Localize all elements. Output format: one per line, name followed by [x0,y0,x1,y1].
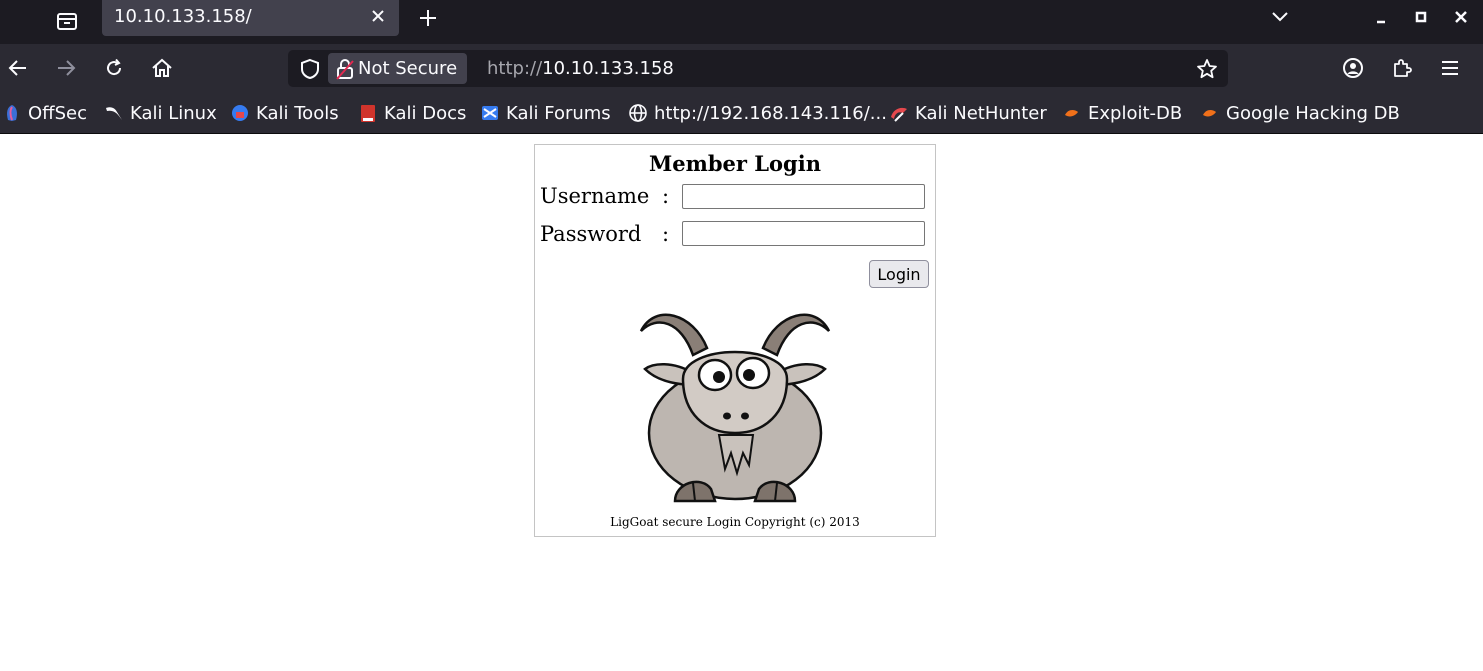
bookmark-kali-nethunter[interactable]: Kali NetHunter [889,101,1047,125]
bookmark-label: http://192.168.143.116/... [654,102,887,124]
goat-image [639,313,831,503]
tab-active[interactable]: 10.10.133.158/ [102,0,399,36]
login-button[interactable]: Login [869,260,929,288]
close-icon [1455,11,1467,23]
password-colon: : [662,222,670,246]
username-label: Username [540,184,650,208]
bookmark-label: Exploit-DB [1088,102,1183,124]
menu-button[interactable] [1434,52,1466,84]
login-form: Member Login Username : Password : Login [534,144,936,537]
bookmark-google-hacking-db[interactable]: Google Hacking DB [1200,101,1400,125]
puzzle-icon [1394,59,1412,77]
nethunter-icon [889,103,909,123]
extensions-button[interactable] [1386,52,1418,84]
list-all-tabs-button[interactable] [1265,4,1295,30]
tab-list-button[interactable] [50,4,84,38]
ghdb-icon [1200,103,1220,123]
url-host: 10.10.133.158 [542,58,674,79]
bookmark-exploit-db[interactable]: Exploit-DB [1062,101,1182,125]
home-icon [152,58,172,77]
tab-close-button[interactable] [367,4,389,28]
plus-icon [420,10,436,26]
star-icon [1197,59,1217,79]
maximize-icon [1415,11,1427,23]
bookmark-kali-linux[interactable]: Kali Linux [104,101,217,125]
forward-button[interactable] [50,52,82,84]
arrow-right-icon [58,60,76,76]
shield-icon [301,58,319,80]
url-bar[interactable]: Not Secure http://10.10.133.158 [288,50,1228,87]
new-tab-button[interactable] [414,4,442,32]
bookmark-offsec[interactable]: OffSec [2,101,87,125]
home-button[interactable] [146,52,178,84]
kali-tools-icon [230,103,250,123]
password-input[interactable] [682,221,925,246]
bookmark-label: Kali Tools [256,102,339,124]
url-scheme: http:// [487,58,543,79]
tab-list-icon [57,13,77,30]
minimize-icon [1377,20,1385,24]
bookmark-label: Kali Forums [506,102,611,124]
hamburger-menu-icon [1442,61,1458,75]
globe-icon [628,103,648,123]
window-close-button[interactable] [1446,4,1476,30]
bookmark-label: Kali NetHunter [915,102,1047,124]
maximize-button[interactable] [1406,4,1436,30]
bookmark-kali-tools[interactable]: Kali Tools [230,101,339,125]
lock-insecure-icon [336,58,354,80]
tab-bar: 10.10.133.158/ [0,0,1483,44]
bookmark-192-168-143-116[interactable]: http://192.168.143.116/... [628,101,887,125]
reload-icon [107,58,122,76]
security-label: Not Secure [358,58,458,79]
bookmark-label: OffSec [28,102,87,124]
url-text[interactable]: http://10.10.133.158 [487,58,674,79]
password-label: Password [540,222,642,246]
tracking-protection-button[interactable] [298,57,322,81]
close-icon [372,10,384,22]
bookmark-page-button[interactable] [1194,56,1220,82]
minimize-button[interactable] [1366,4,1396,30]
reload-button[interactable] [98,52,130,84]
kali-forums-icon [480,103,500,123]
exploit-db-icon [1062,103,1082,123]
kali-dragon-icon [104,103,124,123]
bookmark-kali-forums[interactable]: Kali Forums [480,101,611,125]
bookmark-label: Google Hacking DB [1226,102,1400,124]
page-title: Member Login [649,151,821,176]
arrow-left-icon [8,60,26,76]
kali-docs-icon [358,103,378,123]
username-colon: : [662,184,670,208]
username-input[interactable] [682,184,925,209]
bookmark-label: Kali Linux [130,102,217,124]
bookmark-label: Kali Docs [384,102,467,124]
tab-title: 10.10.133.158/ [114,6,252,27]
bookmarks-toolbar: OffSec Kali Linux Kali Tools Kali Docs K… [0,92,1483,134]
account-button[interactable] [1337,52,1369,84]
navigation-toolbar: Not Secure http://10.10.133.158 [0,44,1483,92]
copyright-footer: LigGoat secure Login Copyright (c) 2013 [610,515,860,529]
chevron-down-icon [1272,12,1288,22]
account-icon [1343,58,1363,78]
back-button[interactable] [2,52,34,84]
offsec-icon [2,103,22,123]
bookmark-kali-docs[interactable]: Kali Docs [358,101,466,125]
page-content: Member Login Username : Password : Login [0,134,1483,671]
not-secure-indicator[interactable]: Not Secure [328,53,468,84]
